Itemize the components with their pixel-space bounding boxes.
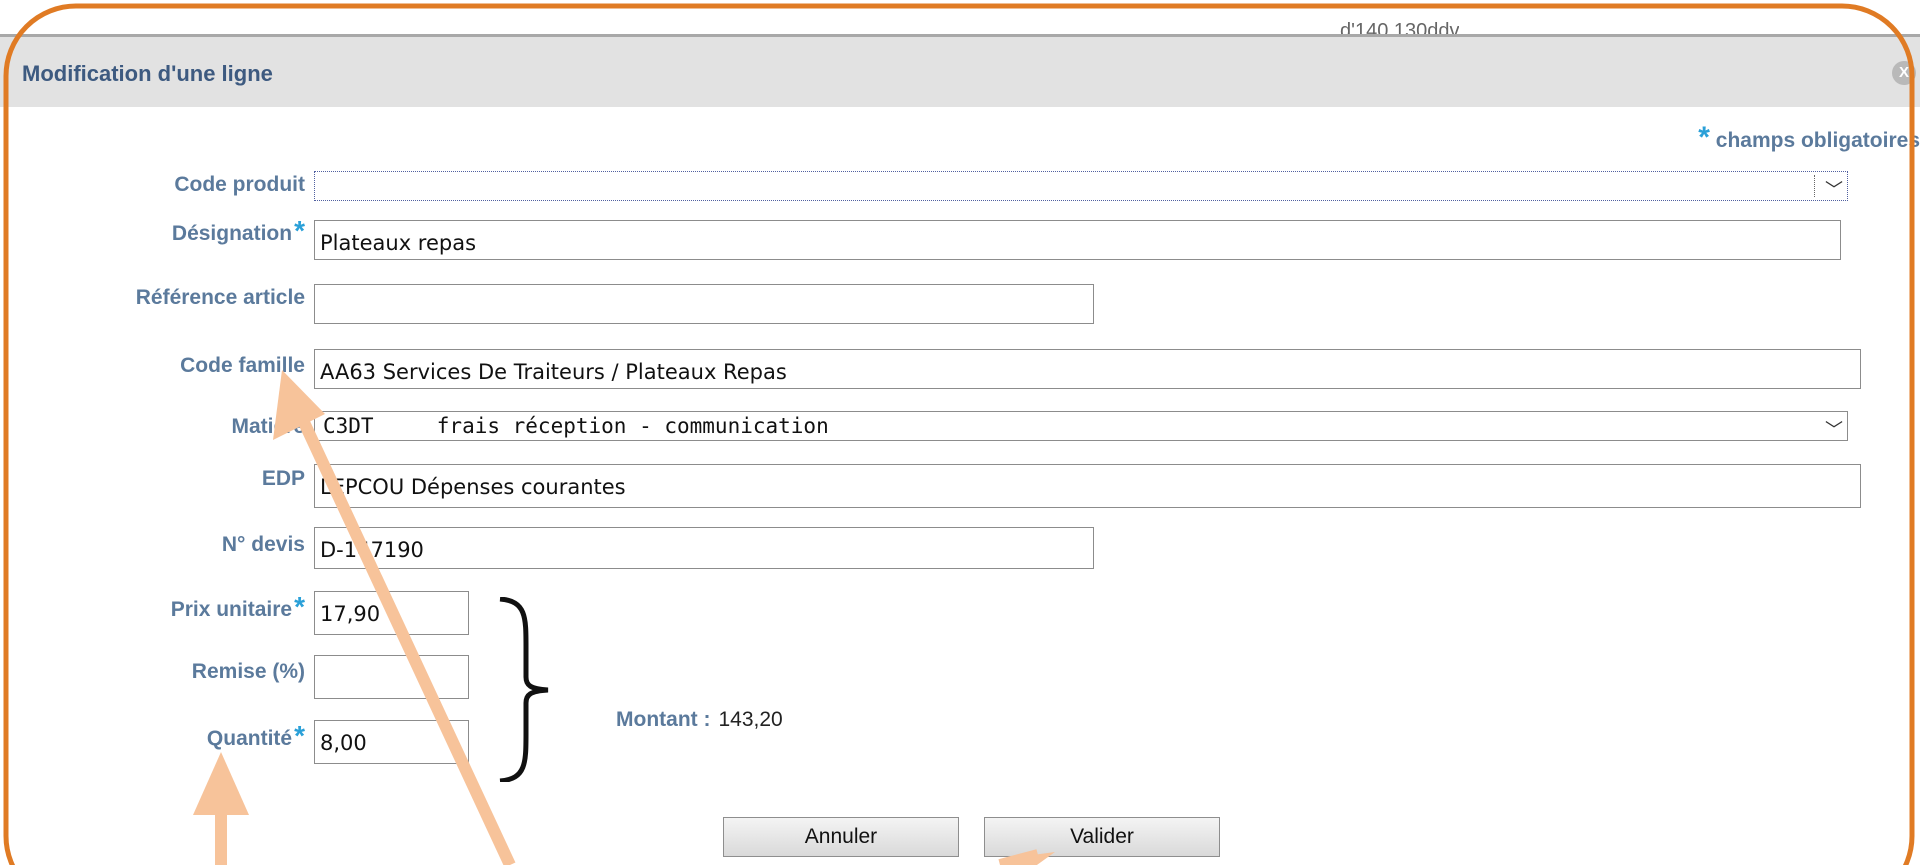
required-star-icon: * (294, 591, 305, 622)
background-partial-text: d'140.130ddv (1340, 20, 1460, 34)
prix-unitaire-label: Prix unitaire* (170, 591, 305, 622)
required-fields-note: * champs obligatoires (1698, 121, 1920, 155)
code-produit-label: Code produit (174, 173, 305, 196)
required-fields-text: champs obligatoires (1715, 129, 1920, 152)
required-star-icon: * (294, 720, 305, 751)
matiere-label: Matière (231, 415, 305, 438)
edit-line-dialog: Modification d'une ligne X * champs obli… (0, 34, 1920, 868)
background-page: d'140.130ddv (0, 0, 1920, 34)
quantite-label: Quantité* (206, 720, 305, 751)
curly-brace (499, 597, 549, 782)
select-separator (1814, 175, 1815, 197)
montant-label: Montant : (616, 708, 711, 731)
dialog-titlebar: Modification d'une ligne X (0, 37, 1920, 107)
required-star-icon: * (294, 215, 305, 246)
montant-value: 143,20 (718, 708, 783, 731)
quantite-input[interactable]: 8,00 (314, 720, 469, 764)
code-famille-label: Code famille (180, 354, 305, 377)
close-icon[interactable]: X (1892, 61, 1916, 85)
cancel-button[interactable]: Annuler (723, 817, 959, 857)
required-star-icon: * (1698, 121, 1710, 154)
remise-input[interactable] (314, 655, 469, 699)
no-devis-label: N° devis (221, 533, 305, 556)
prix-unitaire-input[interactable]: 17,90 (314, 591, 469, 635)
montant-display: Montant : 143,20 (616, 708, 783, 732)
chevron-down-icon: ﹀ (1825, 420, 1843, 440)
designation-label: Désignation* (171, 215, 305, 246)
remise-label: Remise (%) (191, 660, 305, 683)
matiere-select[interactable]: C3DT frais réception - communication ﹀ (314, 411, 1848, 441)
designation-input[interactable]: Plateaux repas (314, 220, 1841, 260)
no-devis-input[interactable]: D-147190 (314, 527, 1094, 569)
chevron-down-icon: ﹀ (1825, 180, 1843, 200)
reference-article-input[interactable] (314, 284, 1094, 324)
edp-input[interactable]: LEPCOU Dépenses courantes (314, 464, 1861, 508)
code-produit-select[interactable]: ﹀ (314, 171, 1848, 201)
code-famille-input[interactable]: AA63 Services De Traiteurs / Plateaux Re… (314, 349, 1861, 389)
validate-button[interactable]: Valider (984, 817, 1220, 857)
matiere-value: C3DT frais réception - communication (323, 414, 829, 438)
dialog-title: Modification d'une ligne (22, 61, 273, 86)
reference-article-label: Référence article (135, 286, 305, 309)
edp-label: EDP (261, 467, 305, 490)
